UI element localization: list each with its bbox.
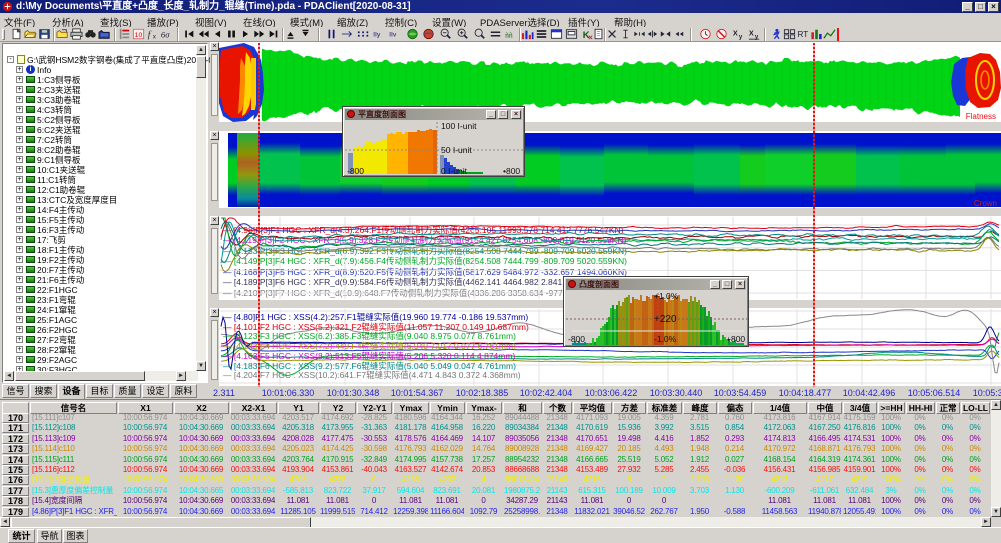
svg-text:IIy: IIy: [373, 32, 381, 39]
svg-text:RT: RT: [797, 30, 808, 39]
svg-text:X: X: [732, 29, 737, 38]
svg-text:ññ: ññ: [505, 30, 513, 39]
svg-text:y: y: [738, 34, 742, 40]
svg-text:K: K: [582, 29, 589, 40]
svg-text:X: X: [748, 29, 753, 38]
svg-text:6σ: 6σ: [160, 29, 169, 39]
svg-text:10: 10: [134, 32, 142, 39]
svg-text:x: x: [152, 34, 155, 40]
svg-text:f: f: [147, 29, 151, 40]
svg-text:IIv: IIv: [389, 32, 397, 39]
